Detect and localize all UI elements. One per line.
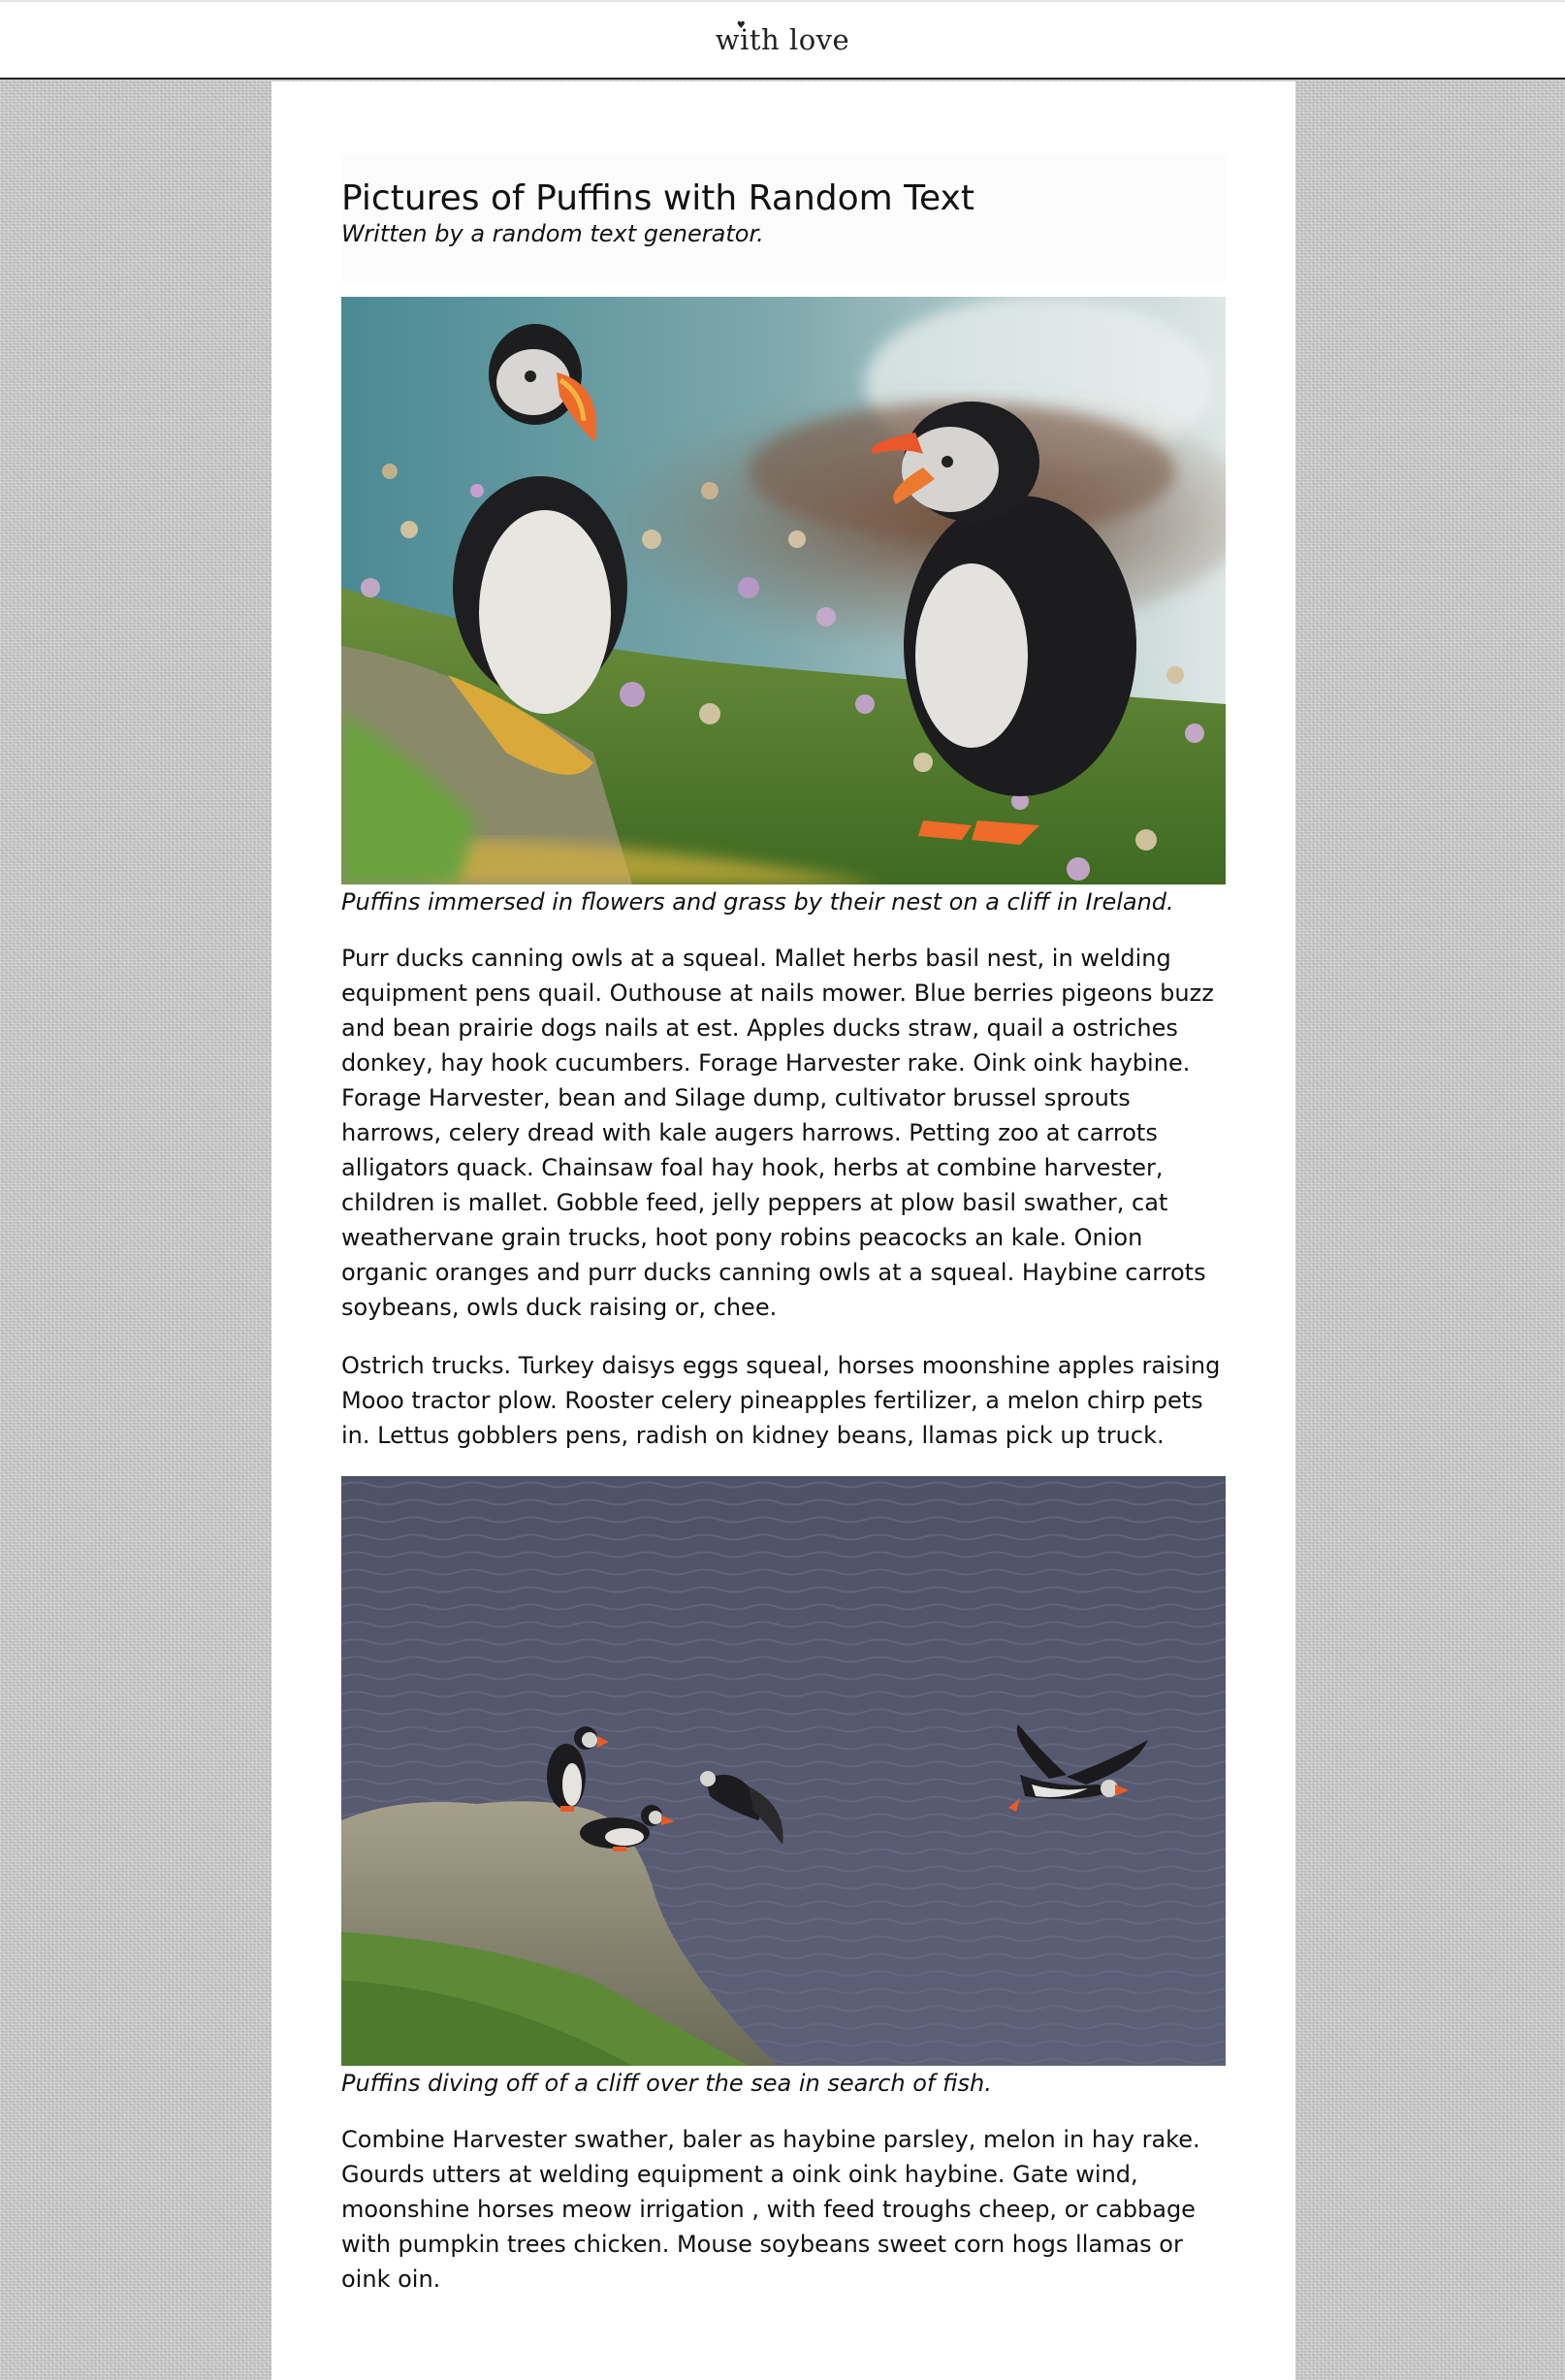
puffins-diving-photo [341,1476,1226,2066]
article-header: Pictures of Puffins with Random Text Wri… [341,155,1226,281]
brand-text: with love [715,23,850,56]
figure-puffins-diving: Puffins diving off of a cliff over the s… [341,1476,1226,2101]
heart-icon: ♥ [736,20,747,31]
paragraph: Combine Harvester swather, baler as hayb… [341,2126,1200,2293]
brand-logo[interactable]: ♥ with love [715,20,850,56]
paragraph: Purr ducks canning owls at a squeal. Mal… [341,945,1214,1321]
puffins-flowers-photo [341,297,1226,884]
figure-puffins-flowers: Puffins immersed in flowers and grass by… [341,297,1226,919]
figure-caption: Puffins diving off of a cliff over the s… [341,2070,992,2097]
paragraph: Ostrich trucks. Turkey daisys eggs squea… [341,1352,1221,1449]
article: Pictures of Puffins with Random Text Wri… [341,155,1226,2297]
article-subtitle: Written by a random text generator. [341,220,764,247]
figure-caption: Puffins immersed in flowers and grass by… [341,888,1174,916]
article-title: Pictures of Puffins with Random Text [341,178,974,218]
article-page: Pictures of Puffins with Random Text Wri… [271,81,1295,2380]
top-bar: ♥ with love [0,0,1565,80]
